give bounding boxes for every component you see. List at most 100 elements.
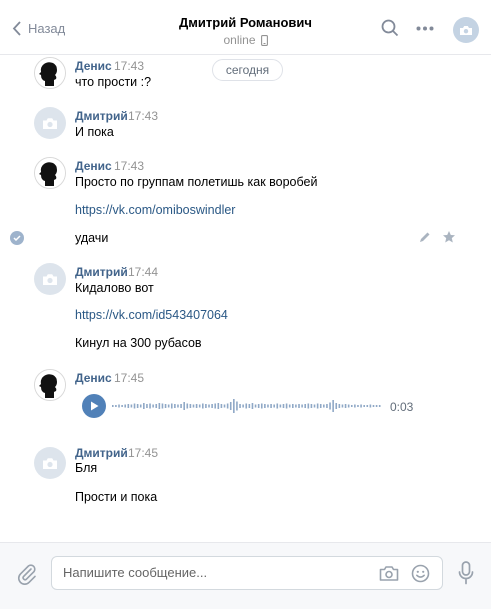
message-time: 17:43 xyxy=(128,109,159,123)
chat-header: Назад Дмитрий Романович online xyxy=(0,0,491,55)
message-time: 17:43 xyxy=(114,59,145,73)
waveform-bar xyxy=(378,405,381,407)
waveform-bar xyxy=(143,403,145,409)
waveform-bar xyxy=(127,404,130,408)
play-icon xyxy=(90,401,98,411)
waveform-bar xyxy=(146,404,148,408)
waveform-bar xyxy=(189,404,192,408)
edit-icon[interactable] xyxy=(418,231,431,244)
waveform-bar xyxy=(375,405,378,407)
waveform-bar xyxy=(115,405,117,407)
mobile-icon xyxy=(260,34,268,46)
waveform-bar xyxy=(354,404,356,408)
message-link[interactable]: https://vk.com/omiboswindler xyxy=(75,203,235,217)
message-input-box[interactable] xyxy=(51,556,443,590)
waveform-bar xyxy=(344,404,347,408)
message-text: И пока xyxy=(75,125,114,139)
waveform-bar xyxy=(298,404,300,408)
search-icon[interactable] xyxy=(381,19,399,37)
audio-play-button[interactable] xyxy=(82,394,106,418)
message-input[interactable] xyxy=(63,565,373,580)
waveform-bar xyxy=(233,399,235,413)
message-text: Кинул на 300 рубасов xyxy=(75,336,202,350)
star-icon[interactable] xyxy=(442,230,456,244)
selected-check-icon[interactable] xyxy=(10,231,24,245)
camera-icon xyxy=(460,25,472,35)
chat-avatar[interactable] xyxy=(453,17,479,43)
message-time: 17:44 xyxy=(128,265,159,279)
message-selected-line[interactable]: удачи xyxy=(0,229,491,247)
waveform-bar xyxy=(229,402,232,410)
waveform-bar xyxy=(264,404,266,408)
waveform-bar xyxy=(282,404,285,408)
message-time: 17:43 xyxy=(114,159,145,173)
waveform-bar xyxy=(257,404,260,408)
waveform-bar xyxy=(316,403,319,409)
status-text: online xyxy=(223,33,256,47)
message-text: что прости :? xyxy=(75,75,152,89)
avatar[interactable] xyxy=(34,157,66,189)
microphone-icon[interactable] xyxy=(458,561,474,585)
message-author[interactable]: Денис xyxy=(75,59,112,73)
waveform-bar xyxy=(372,405,375,407)
waveform-bar xyxy=(192,404,195,408)
waveform-bar xyxy=(239,404,241,408)
camera-icon xyxy=(43,273,57,285)
avatar[interactable] xyxy=(34,57,66,89)
camera-icon[interactable] xyxy=(379,565,399,582)
avatar[interactable] xyxy=(34,107,66,139)
conversation-title-block: Дмитрий Романович online xyxy=(0,15,491,47)
message-author[interactable]: Дмитрий xyxy=(75,265,128,279)
audio-waveform[interactable] xyxy=(112,395,382,417)
waveform-bar xyxy=(161,403,164,409)
waveform-bar xyxy=(242,404,244,408)
waveform-bar xyxy=(236,401,238,411)
waveform-bar xyxy=(301,404,303,408)
waveform-bar xyxy=(279,404,282,408)
message-link[interactable]: https://vk.com/id543407064 xyxy=(75,308,228,322)
waveform-bar xyxy=(158,403,161,409)
waveform-bar xyxy=(180,404,182,408)
waveform-bar xyxy=(217,403,220,409)
waveform-bar xyxy=(177,404,179,408)
avatar[interactable] xyxy=(34,369,66,401)
message-author[interactable]: Дмитрий xyxy=(75,109,128,123)
waveform-bar xyxy=(186,403,189,409)
emoji-icon[interactable] xyxy=(411,564,430,583)
audio-duration: 0:03 xyxy=(390,400,414,414)
waveform-bar xyxy=(260,403,263,409)
avatar[interactable] xyxy=(34,447,66,479)
message-author[interactable]: Денис xyxy=(75,371,112,385)
waveform-bar xyxy=(360,404,362,408)
waveform-bar xyxy=(326,404,328,408)
waveform-bar xyxy=(288,404,291,408)
waveform-bar xyxy=(357,405,359,407)
waveform-bar xyxy=(307,403,310,409)
message-text: Просто по группам полетишь как воробей xyxy=(75,175,318,189)
waveform-bar xyxy=(350,405,353,407)
waveform-bar xyxy=(366,405,369,407)
waveform-bar xyxy=(304,404,307,408)
avatar[interactable] xyxy=(34,263,66,295)
waveform-bar xyxy=(310,404,313,408)
silhouette-avatar-icon xyxy=(35,370,65,400)
waveform-bar xyxy=(226,403,229,409)
waveform-bar xyxy=(323,404,325,408)
message-history[interactable]: сегодня Денис 17:43 что прости :? Дмитри… xyxy=(0,56,491,542)
waveform-bar xyxy=(347,404,350,408)
waveform-bar xyxy=(341,404,344,408)
waveform-bar xyxy=(124,404,127,408)
message-author[interactable]: Денис xyxy=(75,159,112,173)
waveform-bar xyxy=(121,405,123,407)
message-author[interactable]: Дмитрий xyxy=(75,446,128,460)
paperclip-icon[interactable] xyxy=(17,563,37,585)
waveform-bar xyxy=(276,403,279,409)
waveform-bar xyxy=(332,400,334,412)
waveform-bar xyxy=(363,405,365,407)
waveform-bar xyxy=(174,404,176,408)
waveform-bar xyxy=(112,405,114,407)
more-icon[interactable] xyxy=(416,26,434,31)
waveform-bar xyxy=(270,404,272,408)
waveform-bar xyxy=(155,404,158,408)
waveform-bar xyxy=(198,404,201,408)
